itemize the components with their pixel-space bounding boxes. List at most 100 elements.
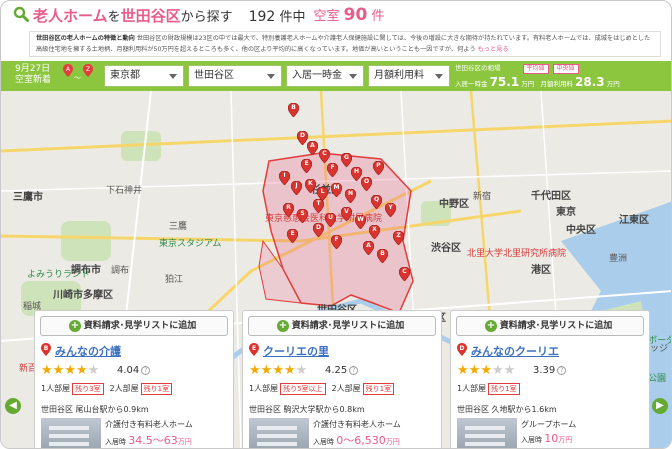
facility-card: + 資料請求･見学リストに追加 D みんなのクーリエ ★★★★★ 3.39? 1人部屋 残り1… (450, 310, 650, 448)
facility-card: + 資料請求･見学リストに追加 E クーリエの里 ★★★★★ 4.25? 1人部屋 残り5室以… (242, 310, 442, 448)
star-icon: ★ (503, 363, 516, 378)
facility-photo[interactable] (41, 418, 101, 448)
map-label: 千代田区 (531, 191, 571, 202)
map-pin-icon[interactable]: V (341, 207, 352, 221)
help-icon[interactable]: ? (141, 366, 151, 375)
map-pin-icon[interactable]: D (313, 223, 324, 237)
star-icon: ★ (75, 363, 88, 378)
map-pin-icon[interactable]: C (319, 149, 330, 163)
map-pin-icon[interactable]: W (355, 215, 366, 229)
area-name: 世田谷区 (120, 6, 181, 25)
map-pin-icon[interactable]: T (313, 199, 324, 213)
facility-name[interactable]: E クーリエの里 (249, 343, 329, 359)
entrance-fee-select[interactable]: 入居一時金 (286, 65, 364, 87)
map-pin-icon[interactable]: E (287, 229, 298, 243)
map-pin-icon[interactable]: J (291, 181, 302, 195)
map-pin-letter: B (291, 104, 296, 111)
facility-address: 世田谷区 尾山台駅から0.9km (41, 405, 149, 414)
map-pin-icon[interactable]: Q (371, 195, 382, 209)
more-link[interactable]: もっと見る (478, 46, 509, 53)
chevron-left-icon[interactable]: ◀ (5, 398, 21, 414)
map-pin-icon[interactable]: F (327, 163, 338, 177)
entrance-stat-value: 75.1 (489, 75, 520, 89)
map-pin-letter: I (283, 172, 286, 179)
map-pin-icon[interactable]: N (345, 189, 356, 203)
map-pin-letter: D (300, 132, 305, 139)
map-label: 港区 (531, 265, 551, 276)
map-pin-icon[interactable]: A (307, 141, 318, 155)
facility-type: グループホーム (521, 420, 577, 429)
map-pin-icon[interactable]: G (341, 153, 352, 167)
help-icon[interactable]: ? (557, 366, 567, 375)
city-select[interactable]: 世田谷区 (188, 65, 282, 87)
room-availability: 1人部屋 残り1室 (457, 383, 526, 395)
map-label: 江東区 (619, 215, 649, 226)
map-pin-icon[interactable]: O (361, 177, 372, 191)
map-pin-letter: Z (396, 232, 401, 239)
map-pin-icon[interactable]: M (331, 183, 342, 197)
map-pin-letter: G (344, 154, 349, 161)
page-header: 老人ホーム を 世田谷区 から探す 192 件中 空室 90 件 (1, 1, 671, 29)
rating-score: 4.25? (325, 365, 359, 376)
map-pin-letter: A (366, 242, 371, 249)
add-to-list-button[interactable]: + 資料請求･見学リストに追加 (456, 316, 644, 336)
tab-average[interactable]: 平均値 (522, 64, 549, 74)
rating-stars: ★★★★★ (249, 363, 307, 378)
entrance-fee: 入居時 10万円 (521, 432, 573, 445)
rating-score: 3.39? (533, 365, 567, 376)
facility-name[interactable]: D みんなのクーリエ (457, 343, 559, 359)
map-pin-icon[interactable]: E (301, 159, 312, 173)
plus-icon: + (277, 320, 289, 332)
facility-photo[interactable] (457, 418, 517, 448)
map-pin-icon[interactable]: A (363, 241, 374, 255)
map-pin-icon[interactable]: I (279, 171, 290, 185)
star-icon: ★ (480, 363, 492, 378)
help-icon[interactable]: ? (349, 366, 359, 375)
room1-label: 1人部屋 (457, 384, 487, 393)
map-pin-icon[interactable]: K (305, 179, 316, 193)
room2-label: 2人部屋 (331, 384, 361, 393)
map-pin-icon[interactable]: Z (393, 231, 404, 245)
map-pin-icon: B (41, 343, 51, 356)
prefecture-select[interactable]: 東京都 (104, 65, 184, 87)
chevron-right-icon[interactable]: ▶ (652, 398, 668, 414)
area-description: 世田谷区の老人ホームの特徴と動向 世田谷区の財政規模は23区の中では最大で、特別… (29, 31, 661, 57)
map-label: 北里大学北里研究所病院 (467, 249, 567, 259)
map-label: 東京スタジアム (159, 239, 222, 249)
map-pin-icon[interactable]: U (325, 213, 336, 227)
map-pin-letter: S (300, 210, 305, 217)
map-label: 三鷹市 (13, 192, 43, 203)
star-icon: ★ (283, 363, 296, 378)
facility-address: 世田谷区 駒沢大学駅から0.8km (249, 405, 365, 414)
map-pin-icon[interactable]: P (373, 161, 384, 175)
map-label: 東京 (556, 207, 576, 218)
map-pin-icon[interactable]: X (369, 225, 380, 239)
map-pin-icon[interactable]: B (377, 249, 388, 263)
star-icon: ★ (41, 363, 53, 378)
map-pin-icon[interactable]: C (399, 267, 410, 281)
add-to-list-button[interactable]: + 資料請求･見学リストに追加 (40, 316, 228, 336)
facility-name[interactable]: B みんなの介護 (41, 343, 121, 359)
update-date: 9月27日 (15, 64, 51, 74)
facility-photo[interactable] (249, 418, 309, 448)
map-pin-icon[interactable]: F (331, 235, 342, 249)
room-availability: 1人部屋 残り3室 2人部屋 残り1室 (41, 383, 178, 395)
monthly-fee-select[interactable]: 月額利用料 (368, 65, 450, 87)
chevron-down-icon (169, 74, 177, 79)
title-suffix: から探す (180, 9, 233, 25)
map-pin-icon[interactable]: S (297, 209, 308, 223)
map-pin-icon[interactable]: B (288, 103, 299, 117)
tab-median[interactable]: 中央値 (552, 64, 579, 74)
map-pin-letter: Y (388, 204, 393, 211)
new-vacancy-label: 空室新着 (15, 75, 52, 85)
map-pin-icon[interactable]: Y (385, 203, 396, 217)
map-pin-letter: P (376, 162, 381, 169)
add-to-list-button[interactable]: + 資料請求･見学リストに追加 (248, 316, 436, 336)
map-label: 調布 (111, 266, 130, 276)
facility-card: + 資料請求･見学リストに追加 B みんなの介護 ★★★★★ 4.04? 1人部屋 残り3室 2… (34, 310, 234, 448)
svg-text:E: E (252, 345, 256, 352)
room1-badge: 残り1室 (488, 383, 520, 395)
map-pin-letter: T (316, 200, 321, 207)
map-pin-icon[interactable]: R (283, 203, 294, 217)
map-pin-letter: U (328, 214, 333, 221)
